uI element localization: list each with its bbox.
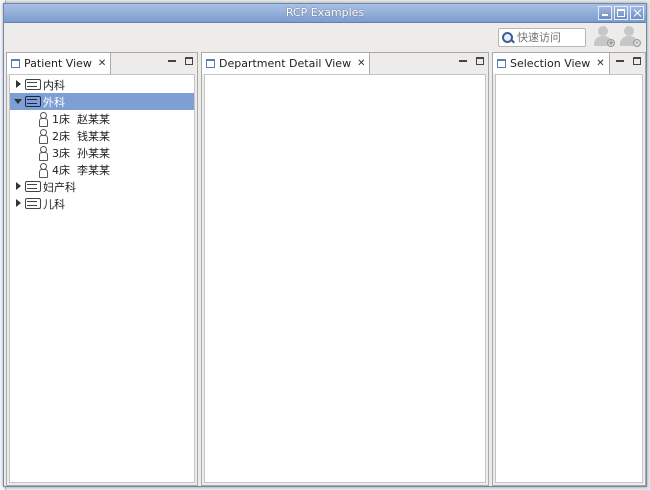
close-window-button[interactable]	[630, 6, 644, 20]
tree-node-department[interactable]: 妇产科	[10, 178, 194, 195]
tab-label: Department Detail View	[219, 57, 352, 70]
department-label: 儿科	[43, 197, 65, 211]
expand-arrow-icon[interactable]	[14, 80, 23, 89]
selection-view: Selection View ✕	[492, 52, 646, 486]
maximize-view-button[interactable]	[476, 57, 484, 65]
expand-arrow-icon[interactable]	[14, 199, 23, 208]
tab-label: Patient View	[24, 57, 92, 70]
department-label: 内科	[43, 78, 65, 92]
bed-icon	[25, 96, 41, 107]
department-label: 外科	[43, 95, 65, 109]
minimize-view-button[interactable]	[168, 57, 176, 65]
tab-patient-view[interactable]: Patient View ✕	[7, 53, 112, 74]
patient-tree-panel: 内科 外科 1床 赵某某 2床 钱某某 3床 孙某某 4床 李某某 妇产科 儿科	[9, 74, 195, 483]
bed-icon	[25, 198, 41, 209]
patient-name: 钱某某	[77, 129, 110, 143]
tab-label: Selection View	[510, 57, 591, 70]
quick-access-input[interactable]	[517, 31, 585, 44]
patient-icon	[38, 145, 48, 161]
maximize-view-button[interactable]	[185, 57, 193, 65]
patient-name: 孙某某	[77, 146, 110, 160]
close-tab-icon[interactable]: ✕	[357, 58, 365, 69]
close-tab-icon[interactable]: ✕	[98, 58, 106, 69]
tree-node-patient[interactable]: 1床 赵某某	[10, 110, 194, 127]
bed-icon	[25, 79, 41, 90]
minimize-button[interactable]	[598, 6, 612, 20]
tab-selection-view[interactable]: Selection View ✕	[493, 53, 610, 74]
department-detail-panel	[204, 74, 486, 483]
title-bar[interactable]: RCP Examples	[4, 4, 646, 23]
maximize-button[interactable]	[614, 6, 628, 20]
minimize-view-button[interactable]	[459, 57, 467, 65]
view-icon	[206, 59, 215, 68]
tab-department-detail-view[interactable]: Department Detail View ✕	[202, 53, 371, 74]
open-perspective-button[interactable]: +	[592, 25, 616, 49]
maximize-view-button[interactable]	[633, 57, 641, 65]
tree-node-department[interactable]: 外科	[10, 93, 194, 110]
quick-access-field[interactable]	[498, 28, 586, 47]
patient-tree: 内科 外科 1床 赵某某 2床 钱某某 3床 孙某某 4床 李某某 妇产科 儿科	[10, 75, 194, 212]
bed-icon	[25, 181, 41, 192]
user-icon	[624, 26, 634, 36]
selection-panel	[495, 74, 643, 483]
department-detail-view: Department Detail View ✕	[201, 52, 489, 486]
expand-arrow-icon[interactable]	[14, 182, 23, 191]
patient-view: Patient View ✕ 内科 外科 1床 赵某某 2床 钱某某 3床 孙某…	[6, 52, 198, 486]
patient-bed: 2床	[52, 129, 70, 143]
search-icon	[501, 31, 514, 45]
patient-icon	[38, 128, 48, 144]
plus-icon: +	[607, 39, 615, 47]
patient-bed: 1床	[52, 112, 70, 126]
patient-bed: 3床	[52, 146, 70, 160]
tree-node-patient[interactable]: 3床 孙某某	[10, 144, 194, 161]
patient-icon	[38, 111, 48, 127]
main-toolbar: + -	[4, 23, 646, 50]
user-icon	[598, 26, 608, 36]
minus-icon: -	[633, 39, 641, 47]
tree-node-patient[interactable]: 4床 李某某	[10, 161, 194, 178]
view-icon	[11, 59, 20, 68]
view-icon	[497, 59, 506, 68]
patient-bed: 4床	[52, 163, 70, 177]
patient-icon	[38, 162, 48, 178]
department-label: 妇产科	[43, 180, 76, 194]
minimize-view-button[interactable]	[616, 57, 624, 65]
window-title: RCP Examples	[285, 6, 365, 19]
close-tab-icon[interactable]: ✕	[596, 58, 604, 69]
tree-node-department[interactable]: 儿科	[10, 195, 194, 212]
patient-name: 李某某	[77, 163, 110, 177]
tree-node-patient[interactable]: 2床 钱某某	[10, 127, 194, 144]
perspective-button[interactable]: -	[618, 25, 642, 49]
patient-name: 赵某某	[77, 112, 110, 126]
tree-node-department[interactable]: 内科	[10, 76, 194, 93]
collapse-arrow-icon[interactable]	[14, 97, 23, 106]
app-window: RCP Examples + - Patient View ✕	[3, 3, 647, 487]
